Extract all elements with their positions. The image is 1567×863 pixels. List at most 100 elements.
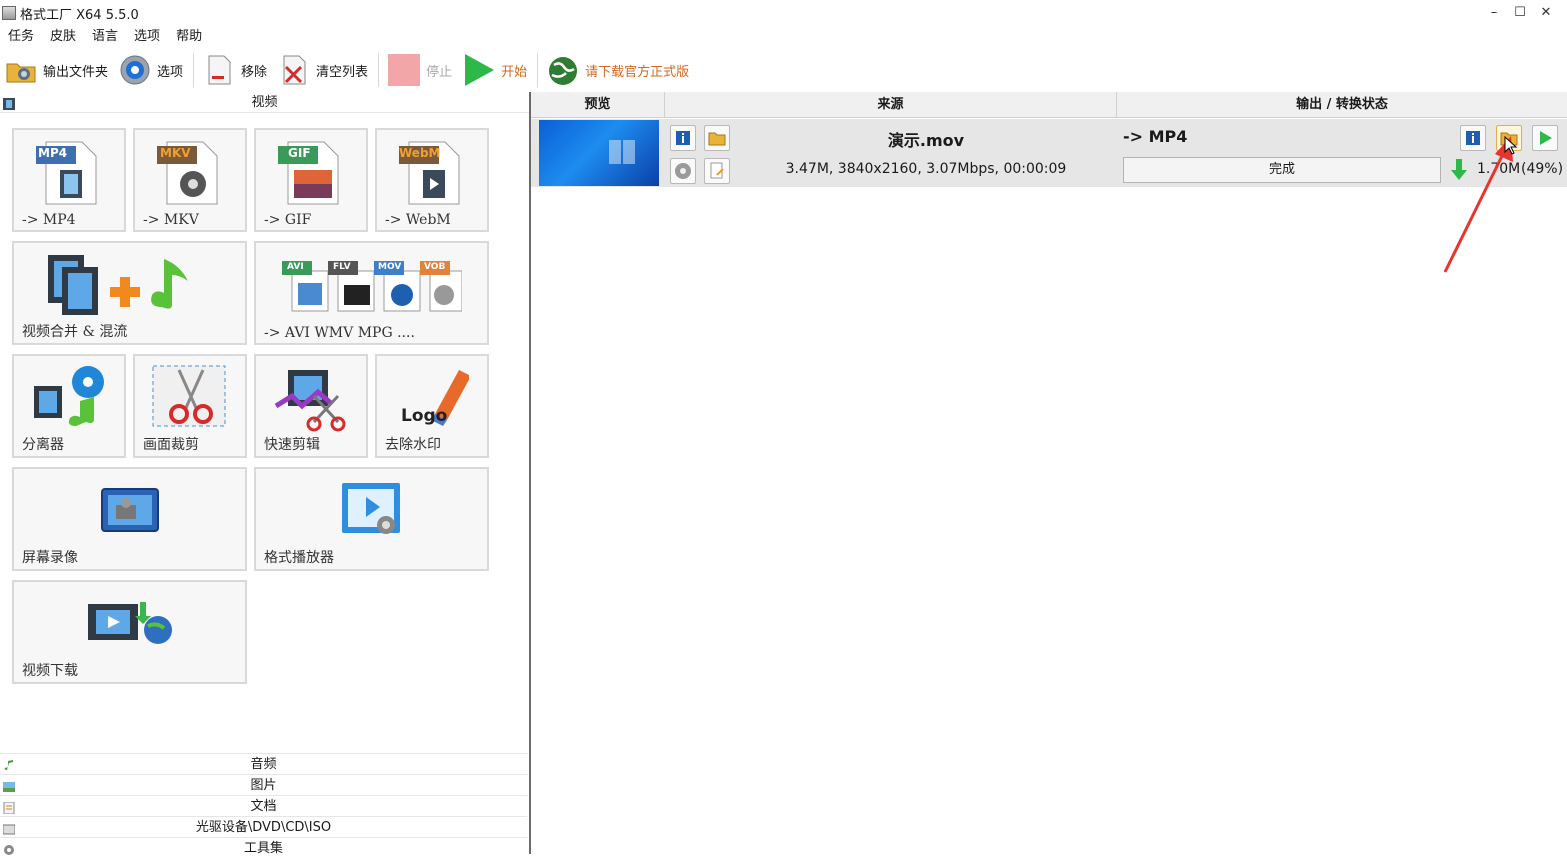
tile-to-webm-label: -> WebM (385, 212, 451, 228)
gear-icon (675, 163, 691, 179)
tile-to-mp4[interactable]: MP4 -> MP4 (12, 128, 126, 232)
dvd-section-header[interactable]: 光驱设备\DVD\CD\ISO (0, 816, 527, 837)
clear-list-icon (277, 53, 311, 87)
document-section-label: 文档 (250, 799, 277, 814)
tile-to-avi-wmv-mpg[interactable]: AVI FLV MOV VOB -> AVI WMV MPG .... (254, 241, 489, 345)
column-source[interactable]: 来源 (665, 92, 1117, 118)
menu-language[interactable]: 语言 (84, 26, 126, 48)
output-folder-label: 输出文件夹 (43, 64, 109, 80)
edit-clip-button[interactable] (704, 158, 730, 184)
download-official-label: 请下载官方正式版 (585, 64, 690, 80)
download-official-button[interactable]: 请下载官方正式版 (542, 51, 695, 89)
conversion-status-bar: 完成 (1123, 157, 1441, 183)
mp4-badge: MP4 (38, 146, 68, 160)
tile-screen-record[interactable]: 屏幕录像 (12, 467, 247, 571)
start-label: 开始 (501, 64, 528, 80)
menu-skin[interactable]: 皮肤 (42, 26, 84, 48)
tile-splitter-label: 分离器 (22, 437, 64, 453)
task-list-header: 预览 来源 输出 / 转换状态 (531, 92, 1567, 118)
menu-bar: 任务 皮肤 语言 选项 帮助 (0, 26, 210, 48)
task-row[interactable]: 演示.mov 3.47M, 3840x2160, 3.07Mbps, 00:00… (531, 119, 1567, 187)
menu-options[interactable]: 选项 (126, 26, 168, 48)
column-preview[interactable]: 预览 (531, 92, 665, 118)
maximize-button[interactable]: ☐ (1507, 2, 1533, 24)
audio-section-header[interactable]: 音频 (0, 753, 527, 774)
clear-list-label: 清空列表 (316, 64, 369, 80)
stop-icon (387, 53, 421, 87)
tile-quick-edit-label: 快速剪辑 (264, 437, 320, 453)
menu-task[interactable]: 任务 (0, 26, 42, 48)
tile-to-gif[interactable]: GIF -> GIF (254, 128, 368, 232)
close-button[interactable]: ✕ (1533, 2, 1559, 24)
video-section-header[interactable]: 视频 (0, 92, 529, 113)
logo-text: Logo (401, 406, 448, 426)
folder-icon (4, 53, 38, 87)
tile-to-mkv[interactable]: MKV -> MKV (133, 128, 247, 232)
document-icon (3, 800, 15, 815)
splitter-icon (34, 366, 104, 426)
minimize-button[interactable]: – (1481, 2, 1507, 24)
globe-icon (546, 53, 580, 87)
edit-document-icon (710, 162, 724, 179)
category-sections: 音频 图片 文档 光驱设备\DVD\CD\ISO 工具集 (0, 753, 527, 858)
info-icon (676, 131, 690, 145)
tile-video-download[interactable]: 视频下载 (12, 580, 247, 684)
tile-crop[interactable]: 画面裁剪 (133, 354, 247, 458)
document-section-header[interactable]: 文档 (0, 795, 527, 816)
source-info-button[interactable] (670, 125, 696, 151)
mouse-cursor-icon (1504, 136, 1518, 155)
title-bar: 格式工厂 X64 5.5.0 – ☐ ✕ (0, 0, 1567, 26)
play-icon (1540, 131, 1552, 145)
tile-video-merge-label: 视频合并 & 混流 (22, 324, 128, 340)
image-section-label: 图片 (250, 778, 277, 793)
stop-label: 停止 (426, 64, 453, 80)
toolbar-separator (378, 53, 380, 87)
tile-video-merge[interactable]: 视频合并 & 混流 (12, 241, 247, 345)
video-tools-grid: MP4 -> MP4 MKV -> MKV GIF -> GIF WebM ->… (12, 128, 492, 688)
tile-to-mp4-label: -> MP4 (22, 212, 76, 228)
toolbar: 输出文件夹 选项 移除 清空列表 停止 开始 请下载官方正式版 (0, 50, 1567, 90)
left-panel: 视频 MP4 -> MP4 MKV -> MKV GIF -> GIF WebM… (0, 92, 529, 856)
remove-label: 移除 (241, 64, 268, 80)
tile-remove-logo[interactable]: Logo 去除水印 (375, 354, 489, 458)
clear-list-button[interactable]: 清空列表 (273, 51, 374, 89)
remove-button[interactable]: 移除 (198, 51, 273, 89)
tile-video-download-label: 视频下载 (22, 663, 78, 679)
video-thumbnail (539, 120, 659, 186)
source-folder-button[interactable] (704, 125, 730, 151)
video-download-icon (88, 602, 172, 644)
tile-to-avi-label: -> AVI WMV MPG .... (264, 325, 415, 341)
options-button[interactable]: 选项 (114, 51, 189, 89)
tile-screen-record-label: 屏幕录像 (22, 550, 78, 566)
tile-to-webm[interactable]: WebM -> WebM (375, 128, 489, 232)
task-list-panel: 预览 来源 输出 / 转换状态 演示.mov 3.47M, 3840x2160,… (531, 92, 1567, 854)
tile-player[interactable]: 格式播放器 (254, 467, 489, 571)
column-output-status[interactable]: 输出 / 转换状态 (1117, 92, 1567, 118)
output-format: -> MP4 (1123, 127, 1188, 146)
tile-crop-label: 画面裁剪 (143, 437, 199, 453)
disc-drive-icon (2, 821, 16, 835)
mov-badge: MOV (378, 262, 402, 272)
music-note-icon (3, 758, 15, 770)
tile-to-gif-label: -> GIF (264, 212, 312, 228)
app-icon (2, 6, 16, 20)
output-folder-button[interactable]: 输出文件夹 (0, 51, 114, 89)
window-controls: – ☐ ✕ (1481, 2, 1559, 24)
menu-help[interactable]: 帮助 (168, 26, 210, 48)
image-section-header[interactable]: 图片 (0, 774, 527, 795)
mkv-badge: MKV (160, 146, 191, 160)
play-output-button[interactable] (1532, 125, 1558, 151)
toolbar-separator (193, 53, 195, 87)
tile-player-label: 格式播放器 (264, 550, 334, 566)
start-button[interactable]: 开始 (458, 51, 533, 89)
merge-icon (48, 255, 188, 315)
toolkit-section-header[interactable]: 工具集 (0, 837, 527, 858)
stop-button[interactable]: 停止 (383, 51, 458, 89)
tile-splitter[interactable]: 分离器 (12, 354, 126, 458)
dvd-section-label: 光驱设备\DVD\CD\ISO (195, 820, 332, 835)
window-title: 格式工厂 X64 5.5.0 (20, 7, 139, 23)
scissors-crop-icon (152, 365, 226, 427)
source-filename: 演示.mov (887, 131, 965, 150)
task-settings-button[interactable] (670, 158, 696, 184)
tile-quick-edit[interactable]: 快速剪辑 (254, 354, 368, 458)
